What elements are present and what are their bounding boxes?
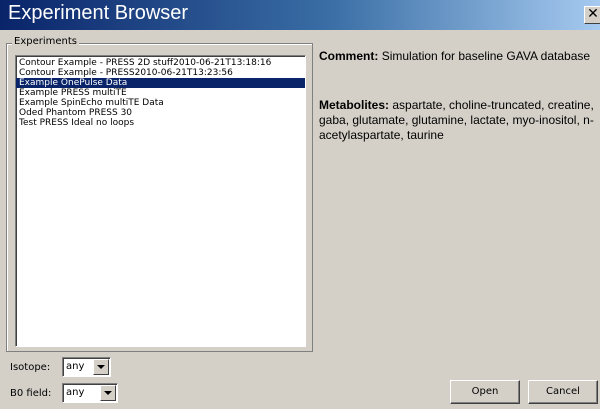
chevron-down-icon[interactable] — [100, 385, 116, 401]
comment-text: Simulation for baseline GAVA database — [381, 49, 591, 63]
b0-field-select[interactable]: any — [62, 383, 118, 403]
close-icon[interactable]: ✕ — [584, 6, 600, 24]
list-item[interactable]: Contour Example - PRESS 2D stuff2010-06-… — [16, 58, 305, 68]
comment-block: Comment: Simulation for baseline GAVA da… — [319, 49, 591, 64]
window-title: Experiment Browser — [8, 2, 189, 24]
list-item[interactable]: Test PRESS Ideal no loops — [16, 118, 305, 128]
cancel-button[interactable]: Cancel — [528, 380, 598, 404]
list-item-selected[interactable]: Example OnePulse Data — [16, 78, 305, 88]
open-button[interactable]: Open — [450, 380, 520, 404]
metabolites-block: Metabolites: aspartate, choline-truncate… — [319, 98, 597, 143]
experiments-group-label: Experiments — [12, 36, 79, 47]
isotope-value: any — [66, 361, 85, 372]
list-item[interactable]: Contour Example - PRESS2010-06-21T13:23:… — [16, 68, 305, 78]
title-bar[interactable]: Experiment Browser ✕ — [0, 0, 600, 30]
isotope-label: Isotope: — [10, 362, 51, 373]
comment-label: Comment: — [319, 49, 379, 63]
b0-field-value: any — [66, 387, 85, 398]
experiment-browser-window: Experiment Browser ✕ Experiments Contour… — [0, 0, 600, 409]
list-item[interactable]: Example SpinEcho multiTE Data — [16, 98, 305, 108]
chevron-down-icon[interactable] — [93, 359, 109, 375]
list-item[interactable]: Oded Phantom PRESS 30 — [16, 108, 305, 118]
list-item[interactable]: Example PRESS multiTE — [16, 88, 305, 98]
b0-field-label: B0 field: — [10, 388, 52, 399]
experiments-list[interactable]: Contour Example - PRESS 2D stuff2010-06-… — [15, 55, 306, 347]
isotope-select[interactable]: any — [62, 357, 111, 377]
metabolites-label: Metabolites: — [319, 98, 390, 112]
